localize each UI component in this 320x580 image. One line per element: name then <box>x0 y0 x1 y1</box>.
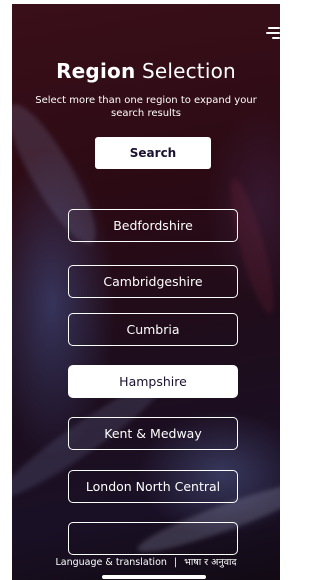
page-title-light: Selection <box>141 59 236 83</box>
language-translation-link[interactable]: Language & translation | भाषा र अनुवाद <box>12 555 280 568</box>
region-button-cumbria[interactable]: Cumbria <box>68 313 238 346</box>
translation-label: भाषा र अनुवाद <box>184 557 237 568</box>
region-button-london-north-central[interactable]: London North Central <box>68 470 238 503</box>
region-button-kent-medway[interactable]: Kent & Medway <box>68 417 238 450</box>
home-indicator <box>102 575 206 579</box>
region-selection-screen: Region Selection Select more than one re… <box>12 4 280 580</box>
region-button-partial[interactable] <box>68 522 238 555</box>
page-title-bold: Region <box>56 59 136 83</box>
region-button-hampshire[interactable]: Hampshire <box>68 365 238 398</box>
search-button[interactable]: Search <box>95 137 211 169</box>
page-title: Region Selection <box>12 59 280 83</box>
page-subtitle: Select more than one region to expand yo… <box>35 95 257 119</box>
region-button-bedfordshire[interactable]: Bedfordshire <box>68 209 238 242</box>
language-label: Language & translation <box>55 557 167 568</box>
region-button-cambridgeshire[interactable]: Cambridgeshire <box>68 265 238 298</box>
app-frame: Region Selection Select more than one re… <box>0 0 283 580</box>
footer-separator: | <box>173 557 178 568</box>
menu-icon[interactable] <box>266 24 280 40</box>
